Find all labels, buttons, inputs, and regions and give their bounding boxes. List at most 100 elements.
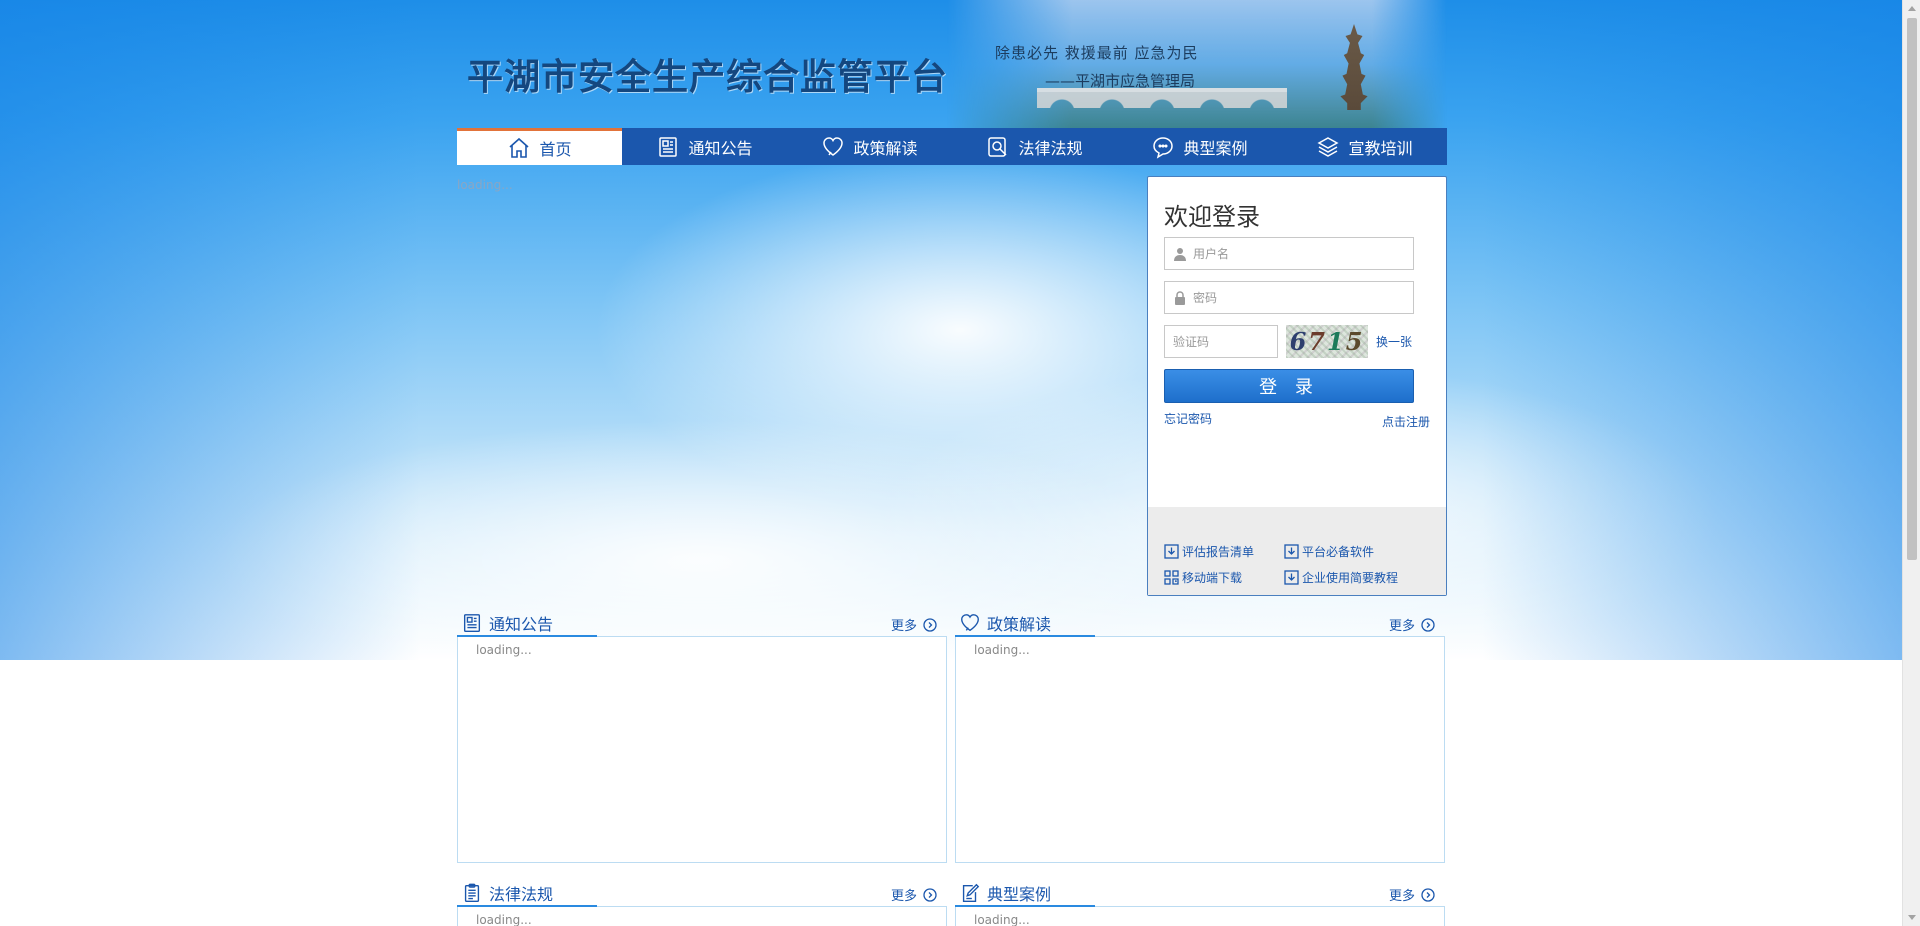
header-motto-sub: ——平湖市应急管理局: [1045, 72, 1196, 90]
nav-item-home[interactable]: 首页: [457, 128, 622, 165]
scroll-down-icon[interactable]: [1908, 915, 1916, 920]
section-title[interactable]: 通知公告: [461, 611, 553, 635]
section-title-label: 典型案例: [987, 885, 1052, 904]
clipboard-icon: [461, 882, 483, 904]
scrollbar-thumb[interactable]: [1907, 18, 1917, 560]
nav-label: 典型案例: [1183, 138, 1248, 158]
nav-item-cases[interactable]: 典型案例: [1117, 128, 1282, 165]
section-title[interactable]: 政策解读: [959, 611, 1051, 635]
loading-text: loading...: [476, 913, 532, 926]
nav-item-laws[interactable]: 法律法规: [952, 128, 1117, 165]
refresh-captcha-link[interactable]: 换一张: [1376, 333, 1412, 350]
more-link[interactable]: 更多: [1389, 885, 1435, 904]
more-label: 更多: [890, 619, 917, 634]
more-label: 更多: [1388, 619, 1415, 634]
arrow-circle-icon: [923, 617, 937, 632]
heart-icon: [959, 612, 981, 634]
forgot-password-link[interactable]: 忘记密码: [1164, 410, 1212, 427]
nav-item-training[interactable]: 宣教培训: [1282, 128, 1447, 165]
more-label: 更多: [890, 889, 917, 904]
section-cases: 典型案例 更多 loading...: [955, 873, 1445, 926]
section-header: 通知公告 更多: [457, 603, 947, 638]
section-header: 政策解读 更多: [955, 603, 1445, 638]
section-title-label: 法律法规: [489, 885, 554, 904]
main-nav: 首页 通知公告 政策解读 法律法规 典型案例 宣教培训: [457, 128, 1447, 165]
section-laws: 法律法规 更多 loading...: [457, 873, 947, 926]
captcha-input[interactable]: 验证码: [1164, 325, 1278, 358]
password-field[interactable]: 密码: [1164, 281, 1414, 314]
lock-icon: [1173, 290, 1187, 305]
loading-text: loading...: [974, 913, 1030, 926]
section-body: loading...: [457, 637, 947, 863]
captcha-digit: 6: [1289, 327, 1309, 356]
section-title[interactable]: 典型案例: [959, 881, 1051, 905]
login-downloads: 评估报告清单 平台必备软件 移动端下载 企业使用简要教程: [1148, 507, 1446, 595]
login-title: 欢迎登录: [1164, 203, 1260, 231]
nav-label: 通知公告: [688, 138, 753, 158]
nav-item-policy[interactable]: 政策解读: [787, 128, 952, 165]
more-link[interactable]: 更多: [891, 885, 937, 904]
username-placeholder: 用户名: [1193, 247, 1230, 261]
section-title[interactable]: 法律法规: [461, 881, 553, 905]
download-label: 平台必备软件: [1302, 545, 1375, 559]
edit-icon: [959, 882, 981, 904]
more-link[interactable]: 更多: [1389, 615, 1435, 634]
arrow-circle-icon: [923, 887, 937, 902]
header-motto: 除患必先 救援最前 应急为民: [995, 44, 1199, 62]
loading-text: loading...: [476, 643, 532, 657]
login-button[interactable]: 登 录: [1164, 369, 1414, 403]
banner-loading-text: loading...: [457, 178, 513, 192]
download-report-list-link[interactable]: 评估报告清单: [1164, 543, 1254, 560]
section-policy: 政策解读 更多 loading...: [955, 603, 1445, 863]
nav-label: 法律法规: [1018, 138, 1083, 158]
more-link[interactable]: 更多: [891, 615, 937, 634]
login-panel: 欢迎登录 用户名 密码 验证码 6 7 1 5 换一张 登 录 忘记密码 点击注…: [1147, 176, 1447, 596]
bridge-image: [1037, 88, 1287, 108]
background-shade-left: [0, 0, 420, 660]
notice-icon: [656, 135, 680, 159]
vertical-scrollbar[interactable]: [1902, 0, 1920, 926]
site-title: 平湖市安全生产综合监管平台: [467, 57, 949, 98]
nav-label: 政策解读: [853, 138, 918, 158]
section-notice: 通知公告 更多 loading...: [457, 603, 947, 863]
captcha-digit: 5: [1345, 327, 1365, 356]
download-icon: [1284, 570, 1299, 585]
qrcode-icon: [1164, 570, 1179, 585]
tutorial-download-link[interactable]: 企业使用简要教程: [1284, 569, 1398, 586]
header: 平湖市安全生产综合监管平台 除患必先 救援最前 应急为民 ——平湖市应急管理局: [457, 0, 1447, 128]
loading-text: loading...: [974, 643, 1030, 657]
home-icon: [507, 136, 531, 160]
section-body: loading...: [457, 907, 947, 926]
arrow-circle-icon: [1421, 617, 1435, 632]
nav-item-notice[interactable]: 通知公告: [622, 128, 787, 165]
scroll-up-icon[interactable]: [1908, 6, 1916, 11]
layers-icon: [1316, 135, 1340, 159]
download-label: 移动端下载: [1182, 571, 1243, 585]
download-icon: [1164, 544, 1179, 559]
page-container: 平湖市安全生产综合监管平台 除患必先 救援最前 应急为民 ——平湖市应急管理局 …: [457, 0, 1447, 926]
username-field[interactable]: 用户名: [1164, 237, 1414, 270]
section-title-label: 政策解读: [987, 615, 1052, 634]
download-label: 企业使用简要教程: [1302, 571, 1399, 585]
download-label: 评估报告清单: [1182, 545, 1255, 559]
section-header: 典型案例 更多: [955, 873, 1445, 908]
section-body: loading...: [955, 907, 1445, 926]
section-title-label: 通知公告: [489, 615, 554, 634]
captcha-digit: 1: [1327, 327, 1346, 356]
heart-icon: [821, 135, 845, 159]
chat-icon: [1151, 135, 1175, 159]
download-icon: [1284, 544, 1299, 559]
register-link[interactable]: 点击注册: [1382, 413, 1430, 430]
download-software-link[interactable]: 平台必备软件: [1284, 543, 1374, 560]
captcha-digit: 7: [1308, 327, 1327, 356]
nav-label: 宣教培训: [1348, 138, 1413, 158]
user-icon: [1173, 247, 1187, 261]
nav-label: 首页: [539, 140, 572, 159]
section-body: loading...: [955, 637, 1445, 863]
captcha-image[interactable]: 6 7 1 5: [1286, 325, 1368, 358]
mobile-download-link[interactable]: 移动端下载: [1164, 569, 1242, 586]
section-header: 法律法规 更多: [457, 873, 947, 908]
notice-icon: [461, 612, 483, 634]
header-scenery-image: [947, 0, 1447, 128]
background-shade-right: [1482, 0, 1902, 660]
